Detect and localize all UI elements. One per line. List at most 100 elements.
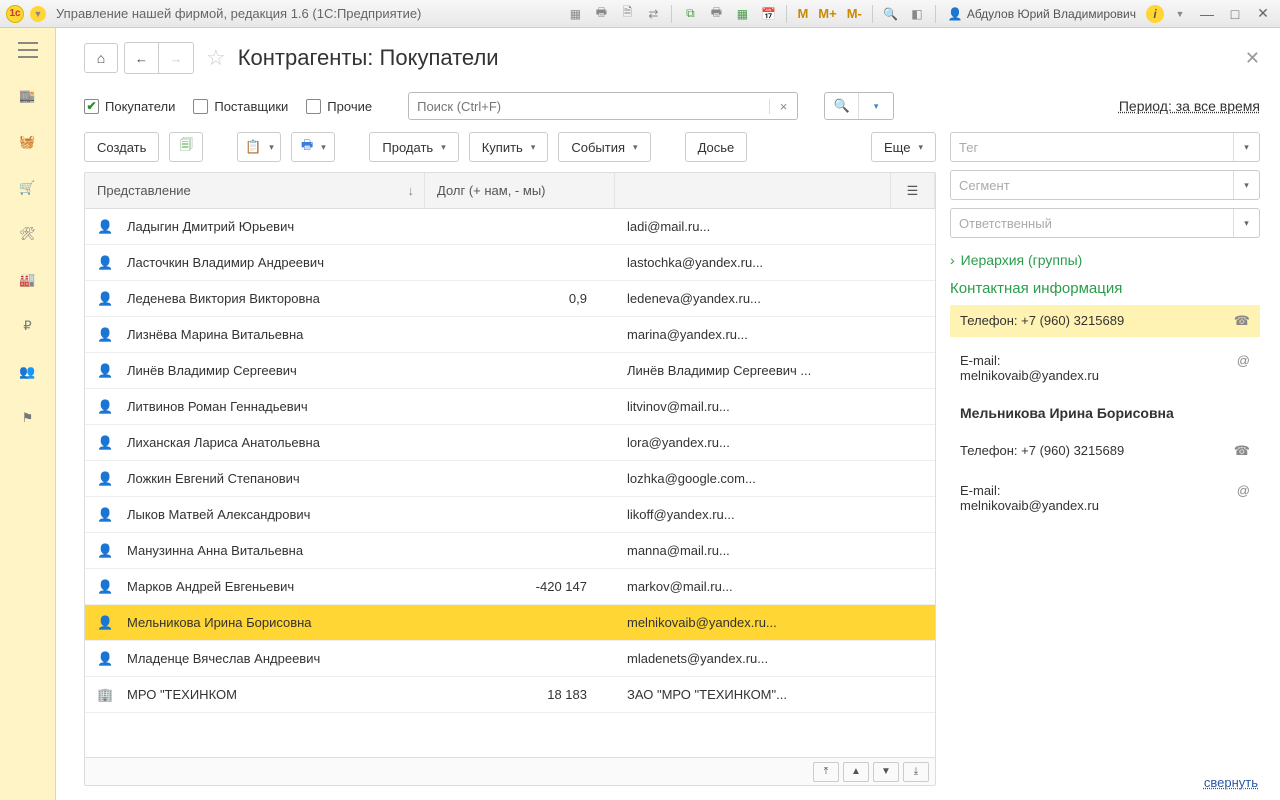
- table-row[interactable]: 👤Марков Андрей Евгеньевич-420 147markov@…: [85, 569, 935, 605]
- grid-header: Представление↓ Долг (+ нам, - мы) ☰: [85, 173, 935, 209]
- col-menu-header[interactable]: ☰: [891, 173, 935, 208]
- cart-icon[interactable]: 🛒: [16, 176, 40, 200]
- contact-phone-primary[interactable]: Телефон: +7 (960) 3215689 ☎: [950, 305, 1260, 337]
- buy-button[interactable]: Купить▾: [469, 132, 549, 162]
- search-clear-icon[interactable]: ×: [769, 99, 797, 114]
- page-first[interactable]: ⤒: [813, 762, 839, 782]
- search-button[interactable]: 🔍: [825, 93, 859, 119]
- table-row[interactable]: 👤Младенце Вячеслав Андреевичmladenets@ya…: [85, 641, 935, 677]
- app-title: Управление нашей фирмой, редакция 1.6 (1…: [56, 6, 421, 21]
- table-row[interactable]: 👤 Манузинна Анна Витальевна manna@mail.ru.…: [85, 533, 935, 569]
- info-caret[interactable]: ▼: [1170, 4, 1190, 24]
- filter-suppliers[interactable]: Поставщики: [193, 99, 288, 114]
- row-name: Лиханская Лариса Анатольевна: [127, 435, 320, 450]
- sell-button[interactable]: Продать▾: [369, 132, 458, 162]
- close-tab-icon[interactable]: ✕: [1245, 48, 1260, 69]
- contact-email-secondary[interactable]: E-mail:melnikovaib@yandex.ru @: [950, 475, 1260, 521]
- row-name: Литвинов Роман Геннадьевич: [127, 399, 308, 414]
- contact-info-title: Контактная информация: [950, 280, 1260, 297]
- contact-phone-secondary[interactable]: Телефон: +7 (960) 3215689 ☎: [950, 435, 1260, 467]
- favorite-star-icon[interactable]: ☆: [206, 45, 226, 71]
- create-button[interactable]: Создать: [84, 132, 159, 162]
- contact-email-primary[interactable]: E-mail:melnikovaib@yandex.ru @: [950, 345, 1260, 391]
- print-icon[interactable]: 🖶: [591, 4, 611, 24]
- create-copy-button[interactable]: 🗐: [169, 132, 203, 162]
- row-name: Младенце Вячеслав Андреевич: [127, 651, 320, 666]
- basket-icon[interactable]: 🧺: [16, 130, 40, 154]
- flag-icon[interactable]: ⚑: [16, 406, 40, 430]
- compare-icon[interactable]: ⇄: [643, 4, 663, 24]
- more-button[interactable]: Еще▾: [871, 132, 936, 162]
- home-button[interactable]: ⌂: [84, 43, 118, 73]
- dossier-button[interactable]: Досье: [685, 132, 748, 162]
- print2-icon[interactable]: 🖶: [706, 4, 726, 24]
- page-up[interactable]: ▲: [843, 762, 869, 782]
- info-button[interactable]: i: [1146, 5, 1164, 23]
- back-button[interactable]: ←: [125, 43, 159, 73]
- segment-combo[interactable]: Сегмент▾: [950, 170, 1260, 200]
- tools-icon[interactable]: 🛠: [16, 222, 40, 246]
- panel-icon[interactable]: ◧: [907, 4, 927, 24]
- table-row[interactable]: 👤Ложкин Евгений Степановичlozhka@google.…: [85, 461, 935, 497]
- search-options[interactable]: ▾: [859, 93, 893, 119]
- hierarchy-link[interactable]: ›Иерархия (группы): [950, 252, 1260, 268]
- search-button-group: 🔍 ▾: [824, 92, 894, 120]
- table-row[interactable]: 👤Линёв Владимир СергеевичЛинёв Владимир …: [85, 353, 935, 389]
- page-down[interactable]: ▼: [873, 762, 899, 782]
- at-icon: @: [1237, 483, 1250, 498]
- col-email-header[interactable]: [615, 173, 891, 208]
- col-debt-header[interactable]: Долг (+ нам, - мы): [425, 173, 615, 208]
- table-row[interactable]: 👤Лыков Матвей Александровичlikoff@yandex…: [85, 497, 935, 533]
- filter-buyers[interactable]: ✔Покупатели: [84, 99, 175, 114]
- collapse-link[interactable]: свернуть: [1204, 775, 1258, 790]
- table-row[interactable]: 👤Литвинов Роман Геннадьевичlitvinov@mail…: [85, 389, 935, 425]
- grid-icon[interactable]: ▦: [565, 4, 585, 24]
- m-plus-button[interactable]: M+: [816, 6, 838, 21]
- table-icon[interactable]: ▦: [732, 4, 752, 24]
- maximize-button[interactable]: □: [1224, 6, 1246, 22]
- doc-icon[interactable]: 🗎: [617, 4, 637, 24]
- chevron-right-icon: ›: [950, 252, 955, 268]
- filter-others[interactable]: Прочие: [306, 99, 372, 114]
- dropdown-icon[interactable]: ▼: [30, 6, 46, 22]
- table-row[interactable]: 👤Ладыгин Дмитрий Юрьевичladi@mail.ru...: [85, 209, 935, 245]
- responsible-combo[interactable]: Ответственный▾: [950, 208, 1260, 238]
- col-name-header[interactable]: Представление↓: [85, 173, 425, 208]
- minimize-button[interactable]: —: [1196, 6, 1218, 22]
- people-icon[interactable]: 👥: [16, 360, 40, 384]
- close-button[interactable]: ✕: [1252, 5, 1274, 22]
- paste-button[interactable]: 📋▾: [237, 132, 281, 162]
- person-icon: 👤: [97, 219, 113, 235]
- calendar-icon[interactable]: 📅: [758, 4, 778, 24]
- row-name: МРО "ТЕХИНКОМ: [127, 687, 237, 702]
- factory-icon[interactable]: 🏭: [16, 268, 40, 292]
- person-icon: 👤: [97, 435, 113, 451]
- store-icon[interactable]: 🏬: [16, 84, 40, 108]
- table-row[interactable]: 🏢МРО "ТЕХИНКОМ18 183ЗАО "МРО "ТЕХИНКОМ".…: [85, 677, 935, 713]
- table-row[interactable]: 👤Лизнёва Марина Витальевнаmarina@yandex.…: [85, 317, 935, 353]
- table-row[interactable]: 👤Ласточкин Владимир Андреевичlastochka@y…: [85, 245, 935, 281]
- m-button[interactable]: M: [795, 6, 810, 21]
- search-input[interactable]: [409, 99, 769, 114]
- save-icon[interactable]: ⧉: [680, 4, 700, 24]
- events-button[interactable]: События▾: [558, 132, 650, 162]
- page-last[interactable]: ⤓: [903, 762, 929, 782]
- row-email: marina@yandex.ru...: [615, 327, 935, 342]
- row-name: Марков Андрей Евгеньевич: [127, 579, 294, 594]
- person-icon: 👤: [97, 543, 113, 559]
- money-icon[interactable]: ₽: [16, 314, 40, 338]
- row-email: manna@mail.ru...: [615, 543, 935, 558]
- table-row[interactable]: 👤Лиханская Лариса Анатольевнаlora@yandex…: [85, 425, 935, 461]
- user-chip[interactable]: 👤 Абдулов Юрий Владимирович: [944, 7, 1140, 21]
- row-name: Лыков Матвей Александрович: [127, 507, 310, 522]
- tag-combo[interactable]: Тег▾: [950, 132, 1260, 162]
- forward-button[interactable]: →: [159, 43, 193, 73]
- row-name: Манузинна Анна Витальевна: [127, 543, 303, 558]
- print-button[interactable]: 🖶▾: [291, 132, 335, 162]
- table-row[interactable]: 👤Леденева Виктория Викторовна0,9ledeneva…: [85, 281, 935, 317]
- menu-icon[interactable]: [16, 38, 40, 62]
- m-minus-button[interactable]: M-: [845, 6, 864, 21]
- period-link[interactable]: Период: за все время: [1119, 98, 1260, 114]
- table-row[interactable]: 👤Мельникова Ирина Борисовнаmelnikovaib@y…: [85, 605, 935, 641]
- zoom-in-icon[interactable]: 🔍: [881, 4, 901, 24]
